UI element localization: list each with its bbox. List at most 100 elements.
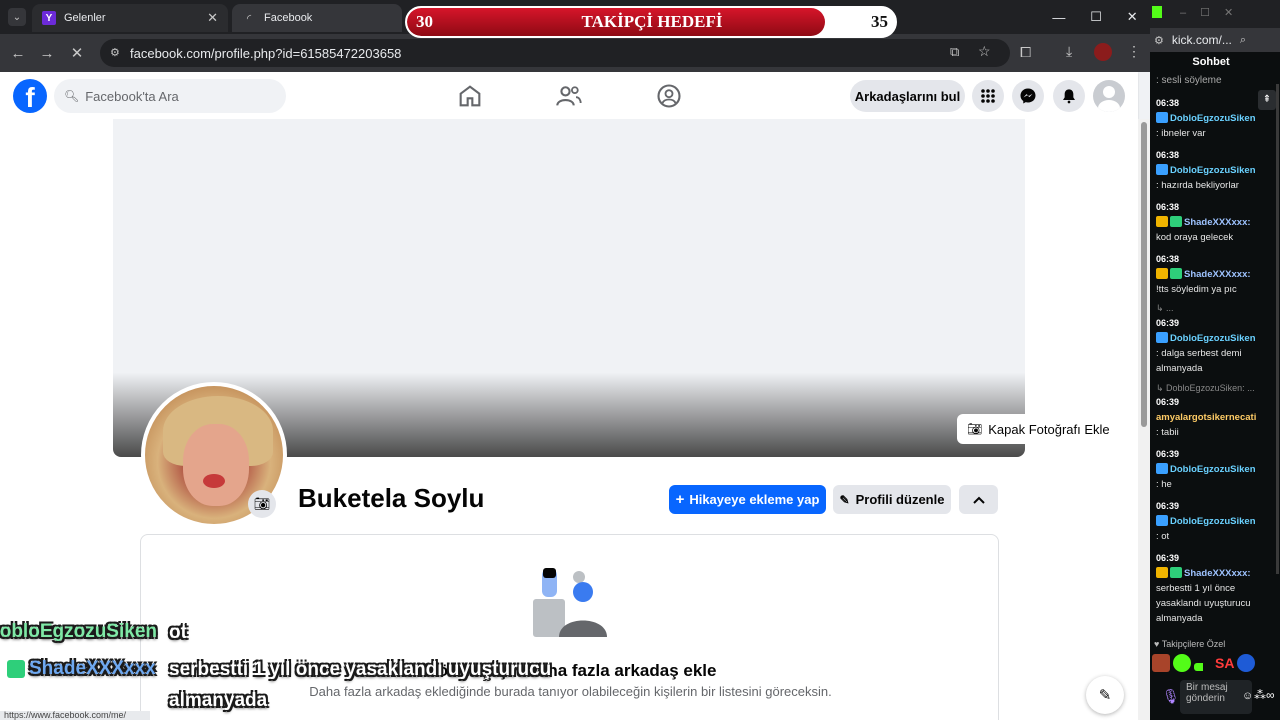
subscriber-badge-icon: [1170, 567, 1182, 578]
find-friends-button[interactable]: Arkadaşlarını bul: [850, 80, 965, 112]
forward-arrow-icon[interactable]: →: [36, 42, 58, 64]
emote-icon[interactable]: [1194, 663, 1212, 671]
menu-grid-icon[interactable]: [972, 80, 1004, 112]
emoji-icon[interactable]: ☺: [1242, 690, 1253, 702]
chat-time: 06:38: [1156, 202, 1180, 212]
chat-fragment: : sesli söyleme: [1156, 75, 1222, 86]
add-story-label: Hikayeye ekleme yap: [689, 492, 820, 507]
chat-message: 06:38 DobloEgzozuSiken : ibneler var: [1156, 96, 1274, 141]
followers-only-text: Takipçilere Özel: [1161, 639, 1226, 649]
people-you-may-know-card: Görmek için daha fazla arkadaş ekle Daha…: [140, 534, 999, 720]
edit-profile-label: Profili düzenle: [855, 492, 945, 507]
chat-username[interactable]: DobloEgzozuSiken: [1170, 516, 1256, 527]
maximize-icon[interactable]: ☐: [1090, 9, 1102, 25]
emote-icon[interactable]: [1152, 654, 1170, 672]
new-message-compose-icon[interactable]: ✎: [1086, 676, 1124, 714]
address-bar[interactable]: ⚙ facebook.com/profile.php?id=6158547220…: [100, 39, 1010, 67]
kick-logo-icon: [1152, 6, 1162, 18]
minimize-icon[interactable]: —: [1052, 10, 1065, 25]
stop-loading-icon[interactable]: ✕: [66, 42, 88, 64]
plus-icon: +: [675, 491, 685, 508]
add-cover-photo-button[interactable]: 📷︎ Kapak Fotoğrafı Ekle: [957, 414, 1111, 444]
edit-profile-button[interactable]: ✎ Profili düzenle: [833, 485, 951, 514]
facebook-search-input[interactable]: 🔍︎ Facebook'ta Ara: [54, 79, 286, 113]
add-to-story-button[interactable]: + Hikayeye ekleme yap: [669, 485, 826, 514]
chat-text: : tabii: [1156, 427, 1179, 438]
chat-username[interactable]: amyalargotsikernecati: [1156, 412, 1256, 423]
chat-username[interactable]: DobloEgzozuSiken: [1170, 113, 1256, 124]
update-profile-picture-icon[interactable]: 📷︎: [248, 490, 276, 518]
emote-sa-text[interactable]: SA: [1215, 655, 1234, 671]
messenger-icon[interactable]: [1012, 80, 1044, 112]
site-info-icon[interactable]: ⚙: [110, 46, 120, 59]
home-icon[interactable]: [456, 82, 484, 110]
chat-username[interactable]: ShadeXXXxxx:: [1184, 217, 1251, 228]
install-app-icon[interactable]: ⧉: [950, 44, 959, 60]
extensions-icon[interactable]: ⧠: [1020, 44, 1031, 61]
subscriber-badge-icon: [1170, 216, 1182, 227]
window-controls: — ☐ ✕: [1040, 0, 1150, 34]
chat-time: 06:39: [1156, 397, 1180, 407]
tab-label: Facebook: [264, 12, 313, 24]
camera-icon: 📷︎: [967, 422, 983, 436]
menu-icon[interactable]: ⋮: [1127, 43, 1141, 60]
close-icon[interactable]: ✕: [207, 10, 218, 26]
account-avatar-icon[interactable]: [1093, 80, 1125, 112]
chat-scrollbar[interactable]: [1276, 84, 1279, 574]
overlay-badge-icon: [7, 660, 25, 678]
loading-icon: ◜: [246, 12, 252, 25]
chat-address-bar[interactable]: ⚙ kick.com/... ⌕: [1150, 28, 1280, 52]
search-icon: 🔍︎: [64, 89, 80, 103]
tab-label: Gelenler: [64, 12, 106, 24]
site-info-icon[interactable]: ⚙: [1154, 34, 1164, 47]
microphone-icon[interactable]: 🎙︎: [1162, 688, 1180, 705]
emote-icon[interactable]: [1173, 654, 1191, 672]
subscriber-badge-icon: [1170, 268, 1182, 279]
crown-badge-icon: [1156, 268, 1168, 279]
back-arrow-icon[interactable]: ←: [7, 42, 29, 64]
facebook-logo-icon[interactable]: f: [13, 79, 47, 113]
tab-search-icon[interactable]: ⌄: [8, 8, 26, 26]
chat-username[interactable]: DobloEgzozuSiken: [1170, 464, 1256, 475]
chat-message: 06:39 ShadeXXXxxx: serbestti 1 yıl önce …: [1156, 551, 1274, 626]
verified-badge-icon: [1156, 463, 1168, 474]
tab-facebook[interactable]: ◜ Facebook: [232, 4, 402, 32]
status-url-bar: https://www.facebook.com/me/: [0, 711, 150, 720]
chat-username[interactable]: ShadeXXXxxx:: [1184, 269, 1251, 280]
settings-icon[interactable]: ⁂∞: [1254, 688, 1275, 702]
bookmark-star-icon[interactable]: ☆: [978, 43, 991, 60]
heart-icon: ♥: [1154, 639, 1160, 649]
chat-window-titlebar: –☐✕: [1150, 0, 1280, 28]
overlay-username-2: ShadeXXXxxx: [29, 658, 156, 679]
chat-message: 06:38 DobloEgzozuSiken : hazırda bekliyo…: [1156, 148, 1274, 193]
groups-icon[interactable]: [655, 82, 683, 110]
notifications-bell-icon[interactable]: [1053, 80, 1085, 112]
chat-text: !tts söyledim ya pıc: [1156, 284, 1237, 295]
verified-badge-icon: [1156, 515, 1168, 526]
friends-icon[interactable]: [555, 82, 583, 110]
chat-message: 06:38 ShadeXXXxxx: kod oraya gelecek: [1156, 200, 1274, 245]
chat-time: 06:39: [1156, 318, 1180, 328]
chat-text: : ot: [1156, 531, 1170, 542]
chat-username[interactable]: DobloEgzozuSiken: [1170, 333, 1256, 344]
overlay-username-1: DobloEgzozuSiken: [0, 621, 157, 642]
download-icon[interactable]: ⤓: [1066, 43, 1072, 60]
collapse-chevron-icon[interactable]: [959, 485, 998, 514]
follower-goal-banner: 30 TAKİPÇİ HEDEFİ 35: [405, 6, 897, 38]
zoom-icon[interactable]: ⌕: [1240, 34, 1246, 47]
chat-url: kick.com/...: [1171, 33, 1232, 47]
profile-avatar-icon[interactable]: [1094, 43, 1112, 61]
tab-gelenler[interactable]: Y Gelenler ✕: [32, 4, 228, 32]
chat-message: 06:39 DobloEgzozuSiken : ot: [1156, 499, 1274, 544]
verified-badge-icon: [1156, 112, 1168, 123]
profile-name: Buketela Soylu: [298, 483, 485, 513]
pencil-icon: ✎: [839, 492, 850, 507]
chat-title: Sohbet: [1192, 56, 1230, 68]
chat-time: 06:39: [1156, 501, 1180, 511]
chat-window-controls: –☐✕: [1180, 7, 1248, 19]
chat-username[interactable]: DobloEgzozuSiken: [1170, 165, 1256, 176]
page-scroll-thumb[interactable]: [1141, 122, 1147, 427]
emote-icon[interactable]: [1237, 654, 1256, 672]
chat-username[interactable]: ShadeXXXxxx:: [1184, 568, 1251, 579]
close-window-icon[interactable]: ✕: [1127, 9, 1138, 25]
